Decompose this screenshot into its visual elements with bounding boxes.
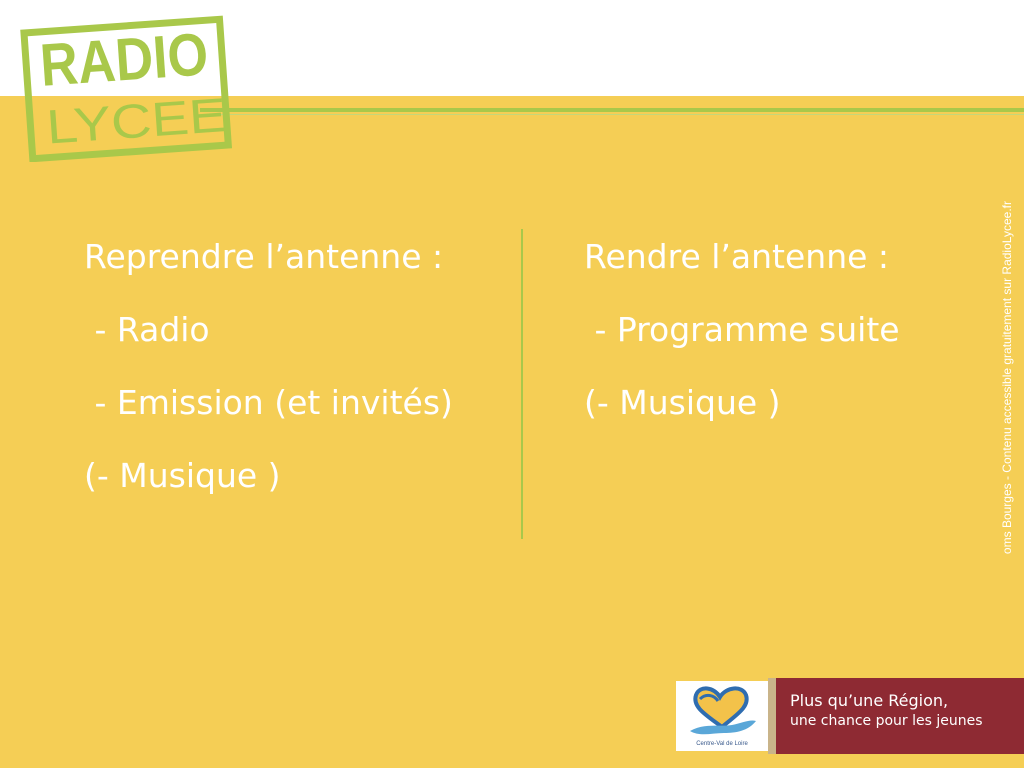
slogan-line-1: Plus qu’une Région,	[790, 691, 949, 710]
region-banner: Centre-Val de Loire Plus qu’une Région, …	[676, 678, 1024, 754]
right-column: Rendre l’antenne : - Programme suite (- …	[584, 220, 964, 439]
list-item: - Programme suite	[584, 310, 900, 349]
list-item: - Radio	[84, 310, 210, 349]
region-slogan: Plus qu’une Région, une chance pour les …	[776, 678, 1024, 754]
header-rule	[200, 108, 1024, 112]
right-heading: Rendre l’antenne :	[584, 237, 890, 276]
region-logo: Centre-Val de Loire	[676, 681, 768, 751]
slogan-line-2: une chance pour les jeunes	[790, 713, 983, 729]
side-credit-text: oms Bourges - Contenu accessible gratuit…	[1000, 201, 1014, 555]
column-divider	[521, 229, 523, 539]
list-item: (- Musique )	[584, 383, 781, 422]
region-separator	[768, 678, 776, 754]
left-heading: Reprendre l’antenne :	[84, 237, 444, 276]
region-logo-caption: Centre-Val de Loire	[696, 741, 748, 747]
header-rule-thin	[200, 114, 1024, 115]
list-item: - Emission (et invités)	[84, 383, 453, 422]
list-item: (- Musique )	[84, 456, 281, 495]
left-column: Reprendre l’antenne : - Radio - Emission…	[84, 220, 504, 512]
radio-lycee-logo: RADIO LYCEE	[18, 12, 234, 162]
logo-radio-text: RADIO	[38, 20, 210, 99]
